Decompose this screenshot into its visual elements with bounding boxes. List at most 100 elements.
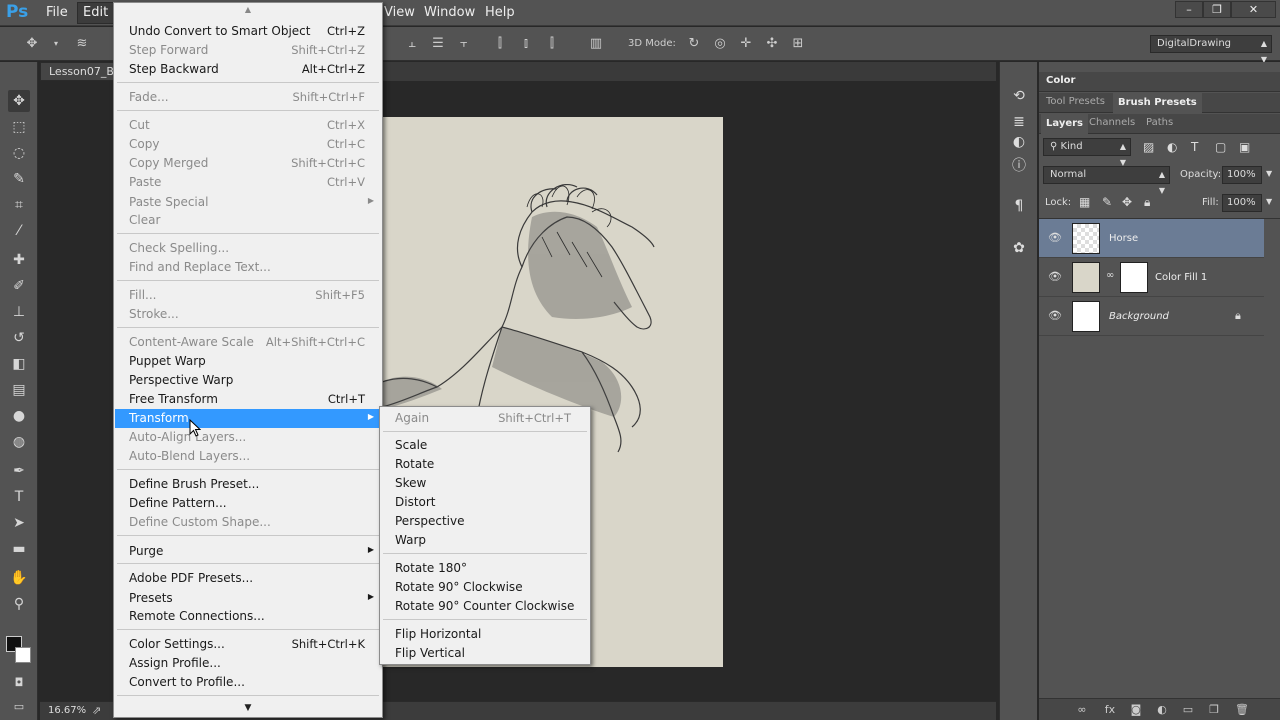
gradient-tool[interactable]: ▤: [8, 379, 30, 401]
menu-assign-profile[interactable]: Assign Profile...: [115, 654, 381, 673]
menu-check-spelling[interactable]: Check Spelling...: [115, 239, 381, 258]
scroll-up-arrow-icon[interactable]: ▲: [114, 5, 382, 14]
submenu-perspective[interactable]: Perspective: [381, 512, 589, 531]
properties-icon[interactable]: ≣: [1009, 112, 1029, 132]
quick-mask-icon[interactable]: ◘: [8, 672, 30, 694]
3d-slide-icon[interactable]: ✣: [764, 36, 780, 52]
lock-image-icon[interactable]: ✎: [1102, 195, 1112, 209]
lock-position-icon[interactable]: ✥: [1122, 195, 1132, 209]
brush-tool[interactable]: ✐: [8, 275, 30, 297]
menu-perspective-warp[interactable]: Perspective Warp: [115, 371, 381, 390]
path-selection-tool[interactable]: ➤: [8, 512, 30, 534]
tab-channels[interactable]: Channels: [1089, 117, 1135, 128]
add-mask-icon[interactable]: ◙: [1129, 703, 1143, 717]
submenu-flip-vertical[interactable]: Flip Vertical: [381, 644, 589, 663]
submenu-rotate-90-cw[interactable]: Rotate 90° Clockwise: [381, 578, 589, 597]
adjustment-layer-icon[interactable]: ◐: [1155, 703, 1169, 717]
align-left-icon[interactable]: ⫿: [492, 36, 508, 52]
lock-all-icon[interactable]: 🔒︎: [1144, 195, 1150, 210]
menu-convert-profile[interactable]: Convert to Profile...: [115, 673, 381, 692]
marquee-tool[interactable]: ⬚: [8, 116, 30, 138]
menu-purge[interactable]: Purge ▶: [115, 542, 381, 561]
menu-view[interactable]: View: [384, 5, 415, 20]
chevron-down-icon[interactable]: ▾: [48, 36, 64, 52]
scroll-down-arrow-icon[interactable]: ▼: [114, 703, 382, 713]
history-brush-tool[interactable]: ↺: [8, 327, 30, 349]
menu-step-forward[interactable]: Step Forward Shift+Ctrl+Z: [115, 41, 381, 60]
3d-pan-icon[interactable]: ✛: [738, 36, 754, 52]
menu-define-brush[interactable]: Define Brush Preset...: [115, 475, 381, 494]
layer-filter-select[interactable]: ⚲ Kind ▲ ▼: [1043, 138, 1131, 167]
menu-remote-connections[interactable]: Remote Connections...: [115, 607, 381, 626]
type-tool[interactable]: T: [8, 486, 30, 508]
visibility-eye-icon[interactable]: 👁︎: [1048, 309, 1062, 323]
menu-file[interactable]: File: [46, 5, 68, 20]
move-tool[interactable]: ✥: [8, 90, 30, 112]
menu-copy-merged[interactable]: Copy Merged Shift+Ctrl+C: [115, 154, 381, 173]
menu-puppet-warp[interactable]: Puppet Warp: [115, 352, 381, 371]
new-layer-icon[interactable]: ❐: [1207, 703, 1221, 717]
submenu-distort[interactable]: Distort: [381, 493, 589, 512]
info-icon[interactable]: ⓘ: [1009, 156, 1029, 176]
lasso-tool[interactable]: ◌: [8, 142, 30, 164]
menu-color-settings[interactable]: Color Settings... Shift+Ctrl+K: [115, 635, 381, 654]
menu-edit[interactable]: Edit: [77, 2, 115, 24]
layer-row-color-fill[interactable]: 👁︎ ∞ Color Fill 1: [1039, 258, 1264, 297]
link-layers-icon[interactable]: ∞: [1075, 703, 1089, 717]
menu-paste[interactable]: Paste Ctrl+V: [115, 173, 381, 192]
menu-help[interactable]: Help: [485, 5, 515, 20]
menu-clear[interactable]: Clear: [115, 211, 381, 230]
dodge-tool[interactable]: ◍: [8, 431, 30, 453]
rectangle-tool[interactable]: ▬: [8, 538, 30, 560]
filter-type-icon[interactable]: T: [1191, 140, 1198, 154]
tab-paths[interactable]: Paths: [1146, 117, 1173, 128]
visibility-eye-icon[interactable]: 👁︎: [1048, 231, 1062, 245]
chevron-down-icon[interactable]: ▼: [1266, 197, 1272, 206]
tab-layers[interactable]: Layers: [1041, 114, 1088, 134]
new-group-icon[interactable]: ▭: [1181, 703, 1195, 717]
menu-cut[interactable]: Cut Ctrl+X: [115, 116, 381, 135]
restore-button[interactable]: ❐: [1203, 1, 1231, 18]
submenu-again[interactable]: Again Shift+Ctrl+T: [381, 409, 589, 428]
background-color-swatch[interactable]: [15, 647, 31, 663]
document-tab[interactable]: Lesson07_B: [40, 62, 120, 81]
adjustments-icon[interactable]: ◐: [1009, 132, 1029, 152]
filter-image-icon[interactable]: ▨: [1143, 140, 1154, 154]
layer-row-background[interactable]: 👁︎ Background 🔒︎: [1039, 297, 1264, 336]
eyedropper-tool[interactable]: ⁄: [8, 220, 30, 242]
fill-input[interactable]: 100%: [1222, 194, 1262, 212]
opacity-input[interactable]: 100%: [1222, 166, 1262, 184]
zoom-tool[interactable]: ⚲: [8, 593, 30, 615]
menu-window[interactable]: Window: [424, 5, 475, 20]
brush-settings-icon[interactable]: ✿: [1009, 238, 1029, 258]
align-top-icon[interactable]: ⫠: [404, 36, 420, 52]
pen-tool[interactable]: ✒: [8, 460, 30, 482]
tab-color[interactable]: Color: [1046, 75, 1075, 86]
menu-transform[interactable]: Transform ▶: [115, 409, 381, 428]
blend-mode-select[interactable]: Normal ▲ ▼: [1043, 166, 1170, 195]
tab-tool-presets[interactable]: Tool Presets: [1046, 96, 1105, 107]
menu-free-transform[interactable]: Free Transform Ctrl+T: [115, 390, 381, 409]
workspace-select[interactable]: DigitalDrawing ▲ ▼: [1150, 35, 1272, 64]
menu-fade[interactable]: Fade... Shift+Ctrl+F: [115, 88, 381, 107]
chevron-down-icon[interactable]: ▼: [1266, 169, 1272, 178]
minimize-button[interactable]: –: [1175, 1, 1203, 18]
submenu-warp[interactable]: Warp: [381, 531, 589, 550]
align-vcenter-icon[interactable]: ☰: [430, 36, 446, 52]
link-icon[interactable]: ∞: [1106, 270, 1114, 281]
layers-stack-icon[interactable]: ≋: [74, 36, 90, 52]
menu-paste-special[interactable]: Paste Special ▶: [115, 193, 381, 212]
3d-orbit-icon[interactable]: ↻: [686, 36, 702, 52]
hand-tool[interactable]: ✋: [8, 567, 30, 589]
3d-roll-icon[interactable]: ◎: [712, 36, 728, 52]
align-right-icon[interactable]: ⫿: [544, 36, 560, 52]
filter-smart-object-icon[interactable]: ▣: [1239, 140, 1250, 154]
move-tool-icon[interactable]: ✥: [24, 36, 40, 52]
history-icon[interactable]: ⟲: [1009, 86, 1029, 106]
eraser-tool[interactable]: ◧: [8, 353, 30, 375]
clone-stamp-tool[interactable]: ⊥: [8, 301, 30, 323]
menu-adobe-pdf-presets[interactable]: Adobe PDF Presets...: [115, 569, 381, 588]
menu-copy[interactable]: Copy Ctrl+C: [115, 135, 381, 154]
quick-selection-tool[interactable]: ✎: [8, 168, 30, 190]
lock-transparent-icon[interactable]: ▦: [1079, 195, 1090, 209]
